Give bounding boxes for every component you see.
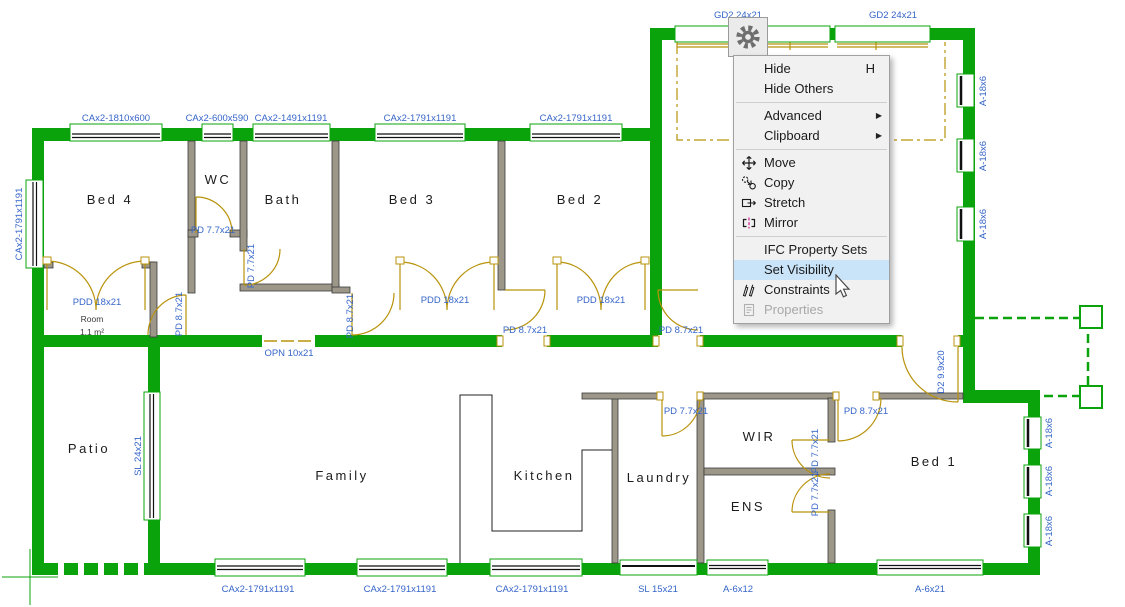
properties-icon [734, 302, 764, 318]
window-label: A-18x6 [1044, 418, 1055, 448]
gear-icon [731, 20, 765, 54]
window-label: A-18x6 [978, 141, 989, 171]
room-label: ENS [731, 499, 765, 514]
room-label: Patio [68, 441, 110, 456]
door-label: PDD 18x21 [73, 297, 122, 308]
shortcut-hint: H [866, 59, 875, 79]
room-note-line2: 1.1 m² [80, 327, 104, 337]
window-label: CAx2-1791x1191 [364, 584, 437, 595]
door-label: PD 8.7x21 [345, 294, 356, 338]
floorplan-canvas[interactable]: CAx2-1810x600 CAx2-600x590 CAx2-1491x119… [0, 0, 1125, 607]
menu-item-mirror[interactable]: Mirror [734, 213, 889, 233]
window-label: CAx2-1791x1191 [222, 584, 295, 595]
menu-separator [736, 102, 887, 103]
door-label: PD 7.7x21 [664, 406, 708, 417]
menu-item-ifc-property-sets[interactable]: IFC Property Sets [734, 240, 889, 260]
window-labels: CAx2-1810x600 CAx2-600x590 CAx2-1491x119… [14, 10, 1055, 595]
copy-icon [734, 175, 764, 191]
window-label: SL 15x21 [638, 584, 678, 595]
window-label: A-18x6 [1044, 516, 1055, 546]
room-label: Bed 4 [87, 192, 133, 207]
room-note-line1: Room [81, 314, 104, 324]
door-label: PD 7.7x21 [191, 225, 235, 236]
window-label: CAx2-1810x600 [82, 113, 150, 124]
menu-item-set-visibility[interactable]: Set Visibility [734, 260, 889, 280]
window-label: A-18x6 [1044, 466, 1055, 496]
window-label: CAx2-1791x1191 [496, 584, 569, 595]
context-menu: Hide H Hide Others Advanced ▶ Clipboard … [733, 55, 890, 324]
room-label: Laundry [627, 470, 691, 485]
window-label: A-6x12 [723, 584, 753, 595]
door-label: PDD 18x21 [577, 295, 626, 306]
submenu-arrow-icon: ▶ [876, 126, 882, 146]
door-label: PD 8.7x21 [844, 406, 888, 417]
room-label: Bed 3 [389, 192, 435, 207]
floorplan-editor: CAx2-1810x600 CAx2-600x590 CAx2-1491x119… [0, 0, 1125, 607]
room-label: Bed 1 [911, 454, 957, 469]
window-label: CAx2-1791x1191 [540, 113, 613, 124]
menu-item-hide[interactable]: Hide H [734, 59, 889, 79]
gear-button[interactable] [728, 17, 768, 57]
mirror-icon [734, 215, 764, 231]
door-label: PD 8.7x21 [659, 325, 703, 336]
room-label: Family [315, 468, 368, 483]
origin-crosshair-icon [2, 549, 58, 605]
submenu-arrow-icon: ▶ [876, 106, 882, 126]
window-label: CAx2-600x590 [186, 113, 249, 124]
window-label: CAx2-1791x1191 [14, 188, 25, 261]
garage-door-label: GD2 24x21 [869, 10, 917, 21]
room-label: WC [205, 172, 232, 187]
menu-item-copy[interactable]: Copy [734, 173, 889, 193]
room-label: Bath [265, 192, 302, 207]
menu-item-clipboard[interactable]: Clipboard ▶ [734, 126, 889, 146]
window-label: CAx2-1791x1191 [384, 113, 457, 124]
stretch-icon [734, 195, 764, 211]
door-label: PDD 18x21 [421, 295, 470, 306]
menu-item-stretch[interactable]: Stretch [734, 193, 889, 213]
room-label: Kitchen [514, 468, 575, 483]
room-label: Bed 2 [557, 192, 603, 207]
door-label: PD 7.7x21 [246, 244, 257, 288]
menu-separator [736, 149, 887, 150]
window-label: A-18x6 [978, 76, 989, 106]
room-label: WIR [743, 429, 776, 444]
window-label: CAx2-1491x1191 [255, 113, 328, 124]
menu-item-advanced[interactable]: Advanced ▶ [734, 106, 889, 126]
opening-label: OPN 10x21 [264, 348, 313, 359]
door-label: SL 24x21 [133, 436, 144, 476]
menu-separator [736, 236, 887, 237]
door-label: D2 9.9x20 [936, 350, 947, 393]
window-label: A-18x6 [978, 209, 989, 239]
constraints-icon [734, 282, 764, 298]
menu-item-hide-others[interactable]: Hide Others [734, 79, 889, 99]
door-label: PD 7.7x21 [810, 429, 821, 473]
move-icon [734, 155, 764, 171]
menu-item-constraints[interactable]: Constraints [734, 280, 889, 300]
door-label: PD 7.7x21 [810, 472, 821, 516]
window-label: A-6x21 [915, 584, 945, 595]
door-label: PD 8.7x21 [503, 325, 547, 336]
menu-item-properties[interactable]: Properties [734, 300, 889, 320]
menu-item-move[interactable]: Move [734, 153, 889, 173]
door-label: PD 8.7x21 [174, 292, 185, 336]
